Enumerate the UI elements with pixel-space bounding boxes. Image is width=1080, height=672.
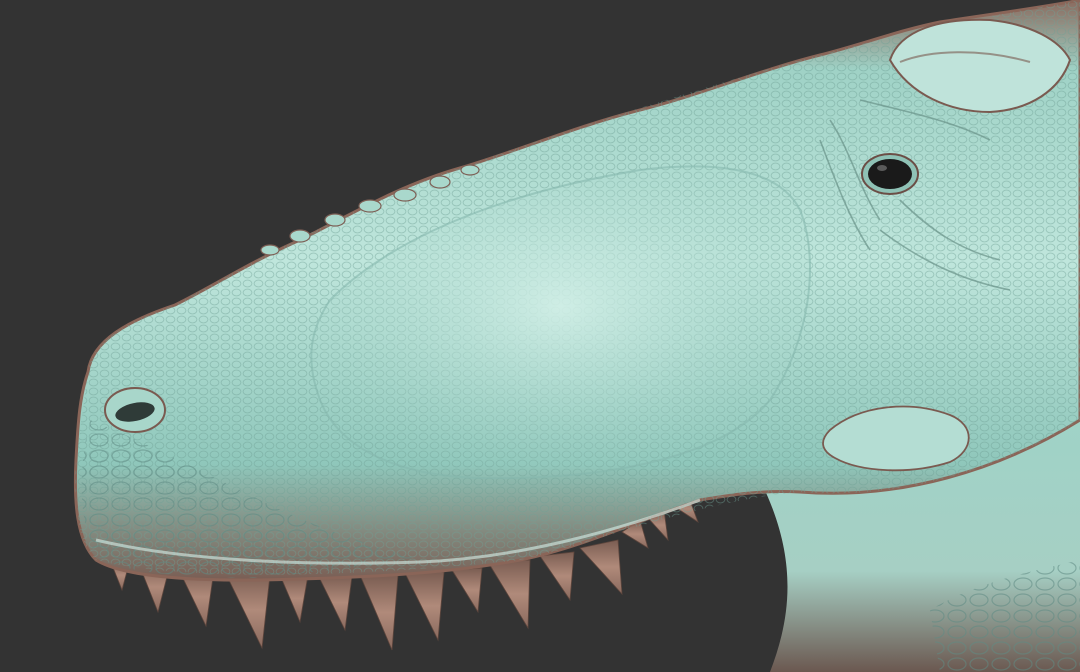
nostril	[104, 387, 166, 433]
eye	[861, 153, 919, 195]
render-viewport	[0, 0, 1080, 672]
dinosaur-head-render	[0, 0, 1080, 672]
